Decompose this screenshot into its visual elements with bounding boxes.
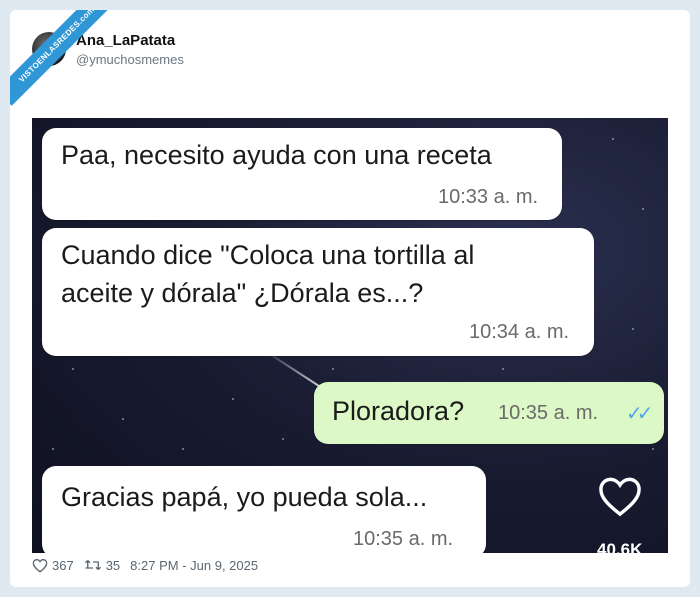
background-star (72, 368, 74, 370)
message-bubble-incoming: Paa, necesito ayuda con una receta 10:33… (42, 128, 562, 220)
author-handle[interactable]: @ymuchosmemes (76, 52, 184, 67)
heart-icon[interactable] (597, 475, 643, 517)
message-bubble-incoming: Gracias papá, yo pueda sola... 10:35 a. … (42, 466, 486, 553)
message-text: Cuando dice "Coloca una tortilla al (61, 240, 475, 270)
message-time: 10:33 a. m. (438, 186, 539, 208)
read-ticks-icon: ✓✓ (626, 403, 653, 425)
background-star (282, 438, 284, 440)
heart-outline-icon (32, 558, 48, 573)
like-count: 367 (52, 557, 74, 573)
background-star (182, 448, 184, 450)
retweet-action[interactable]: 35 (84, 558, 120, 573)
background-star (232, 398, 234, 400)
chat-screenshot: Paa, necesito ayuda con una receta 10:33… (32, 118, 668, 553)
message-text: Ploradora? (332, 396, 465, 426)
message-time: 10:35 a. m. (498, 402, 599, 424)
background-star (52, 448, 54, 450)
retweet-count: 35 (105, 557, 121, 573)
overlay-count: 40.6K (597, 540, 643, 553)
post-card: VISTOENLASREDES.com Ana_LaPatata @ymucho… (10, 10, 690, 587)
background-star (652, 448, 654, 450)
message-time: 10:34 a. m. (469, 321, 570, 343)
message-text: Paa, necesito ayuda con una receta (61, 140, 492, 170)
message-bubble-outgoing: Ploradora? 10:35 a. m. ✓✓ (314, 382, 664, 444)
post-footer: 367 35 8:27 PM - Jun 9, 2025 (32, 555, 268, 575)
post-timestamp[interactable]: 8:27 PM - Jun 9, 2025 (130, 558, 258, 573)
background-star (502, 368, 504, 370)
retweet-icon (84, 560, 101, 570)
background-star (122, 418, 124, 420)
message-bubble-incoming: Cuando dice "Coloca una tortilla al acei… (42, 228, 594, 356)
author-name[interactable]: Ana_LaPatata (76, 32, 175, 49)
message-text: Gracias papá, yo pueda sola... (61, 482, 428, 512)
background-star (632, 328, 634, 330)
background-star (332, 368, 334, 370)
like-action[interactable]: 367 (32, 558, 74, 573)
message-text: aceite y dórala" ¿Dórala es...? (61, 278, 424, 308)
background-star (642, 208, 644, 210)
timestamp-text: 8:27 PM - Jun 9, 2025 (130, 557, 259, 573)
background-star (612, 138, 614, 140)
message-time: 10:35 a. m. (353, 528, 454, 550)
